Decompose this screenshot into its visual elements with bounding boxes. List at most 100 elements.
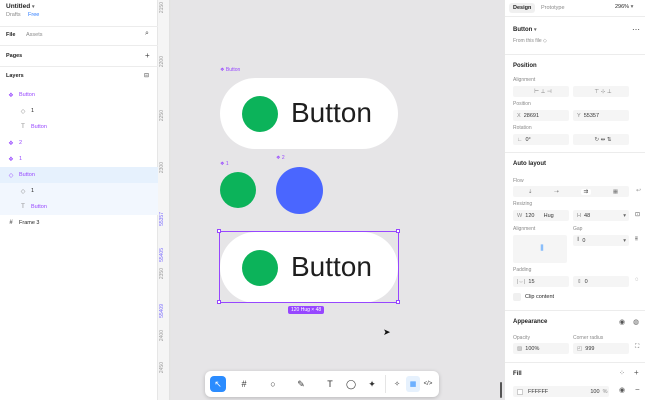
gap-settings-icon[interactable]: ⫵ (635, 236, 638, 243)
padding-individual-icon[interactable]: ◌ (635, 277, 639, 283)
layer-row[interactable]: # Frame 3 (0, 215, 158, 231)
add-page-icon[interactable]: + (145, 51, 150, 60)
layer-name: Button (19, 172, 35, 178)
layer-row[interactable]: T Button (0, 199, 158, 215)
resize-to-fit-icon[interactable]: ⊡ (635, 211, 640, 218)
x-field[interactable]: X 28691 (513, 110, 569, 121)
pen-tool-icon[interactable]: ✎ (293, 376, 309, 392)
layer-row[interactable]: ❖ Button (0, 87, 158, 103)
flow-label: Flow (513, 178, 524, 184)
blend-icon[interactable]: ◍ (633, 318, 639, 326)
layer-row[interactable]: ❖ 2 (0, 135, 158, 151)
plan-badge[interactable]: Free (28, 12, 39, 18)
ruler-label: 55357 (159, 212, 165, 226)
rotation-field[interactable]: ∟ 0° (513, 134, 569, 145)
green-circle-component[interactable] (220, 172, 256, 208)
rotate-flip-controls[interactable]: ↻ ⇹ ⇅ (573, 134, 629, 145)
layer-row[interactable]: ◇ 1 (0, 103, 158, 119)
component-label-1[interactable]: ❖ 1 (220, 161, 229, 167)
blue-circle-component[interactable] (276, 167, 323, 214)
styles-icon[interactable]: ⁘ (619, 369, 625, 377)
eye-icon[interactable]: ◉ (619, 318, 625, 326)
alignment-horizontal-controls[interactable]: ⊢ ⊥ ⊣ (513, 86, 569, 97)
component-name[interactable]: Button ▾ (513, 27, 537, 33)
component-label-button[interactable]: ❖ Button (220, 67, 240, 73)
alignment-grid[interactable]: ⫼ (513, 235, 567, 263)
file-location[interactable]: Drafts (6, 12, 21, 18)
button-text: Button (291, 97, 372, 128)
layer-row[interactable]: ❖ 1 (0, 151, 158, 167)
resizing-label: Resizing (513, 201, 533, 207)
layers-toggle-icon[interactable]: ⊟ (144, 72, 149, 79)
component-source[interactable]: From this file ◇ (513, 38, 547, 44)
angle-icon: ∟ (517, 136, 523, 143)
layer-row[interactable]: ◇ 1 (0, 183, 158, 199)
pages-label: Pages (6, 53, 23, 59)
gap-field[interactable]: ⫴ 0 ▾ (573, 235, 629, 246)
flow-controls[interactable]: ⇣ ⇢ ⇉ ▦ (513, 186, 629, 197)
add-fill-icon[interactable]: + (634, 368, 639, 377)
frame-tool-icon[interactable]: # (236, 376, 252, 392)
design-mode-icon[interactable]: ▦ (406, 376, 420, 392)
text-tool-icon[interactable]: T (322, 376, 338, 392)
ruler-label: 2400 (159, 330, 165, 342)
alignment-vertical-controls[interactable]: ⊤ ⊹ ⊥ (573, 86, 629, 97)
position-label: Position (513, 101, 531, 107)
text-icon: T (21, 124, 25, 130)
tab-prototype[interactable]: Prototype (541, 5, 565, 11)
independent-corners-icon[interactable]: ⛶ (635, 344, 639, 351)
move-tool-icon[interactable]: ↖ (210, 376, 226, 392)
layers-label: Layers (6, 73, 24, 79)
layer-row[interactable]: ◇ Button (0, 167, 158, 183)
zoom-level[interactable]: 296% ▾ (615, 4, 633, 10)
resize-handle[interactable] (217, 300, 221, 304)
ruler-label: 2250 (159, 110, 165, 122)
ruler-label: 55409 (159, 304, 165, 318)
y-field[interactable]: Y 55357 (573, 110, 629, 121)
padding-horizontal-field[interactable]: |⇔| 15 (513, 276, 569, 287)
diamond-icon: ◇ (543, 38, 547, 44)
corner-radius-label: Corner radius (573, 335, 604, 341)
vertical-ruler: 2150 2200 2250 2300 55357 55405 2350 55409 2400 2… (158, 0, 170, 400)
clip-content-checkbox[interactable] (513, 293, 521, 301)
button-component[interactable]: Button (220, 78, 398, 149)
file-title[interactable]: Untitled ▾ (6, 3, 35, 10)
bottom-toolbar: ↖ # ○ ✎ T ◯ ✦ ✧ ▦ </> (205, 371, 439, 397)
opacity-field[interactable]: ▨ 100% (513, 343, 569, 354)
comment-tool-icon[interactable]: ◯ (343, 376, 359, 392)
shape-tool-icon[interactable]: ○ (265, 376, 281, 392)
draw-mode-icon[interactable]: ✧ (390, 376, 404, 392)
actions-icon[interactable]: ✦ (364, 376, 380, 392)
wrap-icon[interactable]: ↩ (636, 187, 641, 194)
selection-outline (219, 231, 399, 303)
frame-icon: # (9, 220, 13, 226)
resize-handle[interactable] (396, 229, 400, 233)
tab-assets[interactable]: Assets (26, 32, 43, 38)
search-icon[interactable]: ⌕ (145, 30, 149, 38)
color-swatch (517, 388, 523, 395)
layer-name: Button (19, 92, 35, 98)
fill-color-field[interactable]: FFFFFF 100 % (513, 386, 609, 397)
resize-handle[interactable] (217, 229, 221, 233)
width-field[interactable]: W 120 Hug (513, 210, 569, 221)
ruler-label: 2450 (159, 362, 165, 374)
component-label-2[interactable]: ❖ 2 (276, 155, 285, 161)
dev-mode-icon[interactable]: </> (421, 376, 435, 392)
tab-file[interactable]: File (6, 32, 15, 38)
layer-name: 2 (19, 140, 23, 146)
more-icon[interactable]: ⋯ (632, 25, 640, 34)
remove-fill-icon[interactable]: − (635, 385, 640, 394)
layer-row[interactable]: T Button (0, 119, 158, 135)
canvas[interactable]: ❖ Button Button ❖ 1 ❖ 2 Button 120 Hug ×… (171, 0, 504, 400)
scrollbar[interactable] (500, 382, 502, 398)
tab-design[interactable]: Design (509, 3, 536, 13)
clip-content-label: Clip content (525, 294, 555, 300)
auto-layout-header: Auto layout (513, 161, 546, 167)
gap-label: Gap (573, 226, 583, 232)
height-field[interactable]: H 48 ▾ (573, 210, 629, 221)
rotation-label: Rotation (513, 125, 532, 131)
padding-vertical-field[interactable]: ⇕ 0 (573, 276, 629, 287)
corner-radius-field[interactable]: ◰ 999 (573, 343, 629, 354)
resize-handle[interactable] (396, 300, 400, 304)
fill-visibility-icon[interactable]: ◉ (619, 386, 625, 394)
